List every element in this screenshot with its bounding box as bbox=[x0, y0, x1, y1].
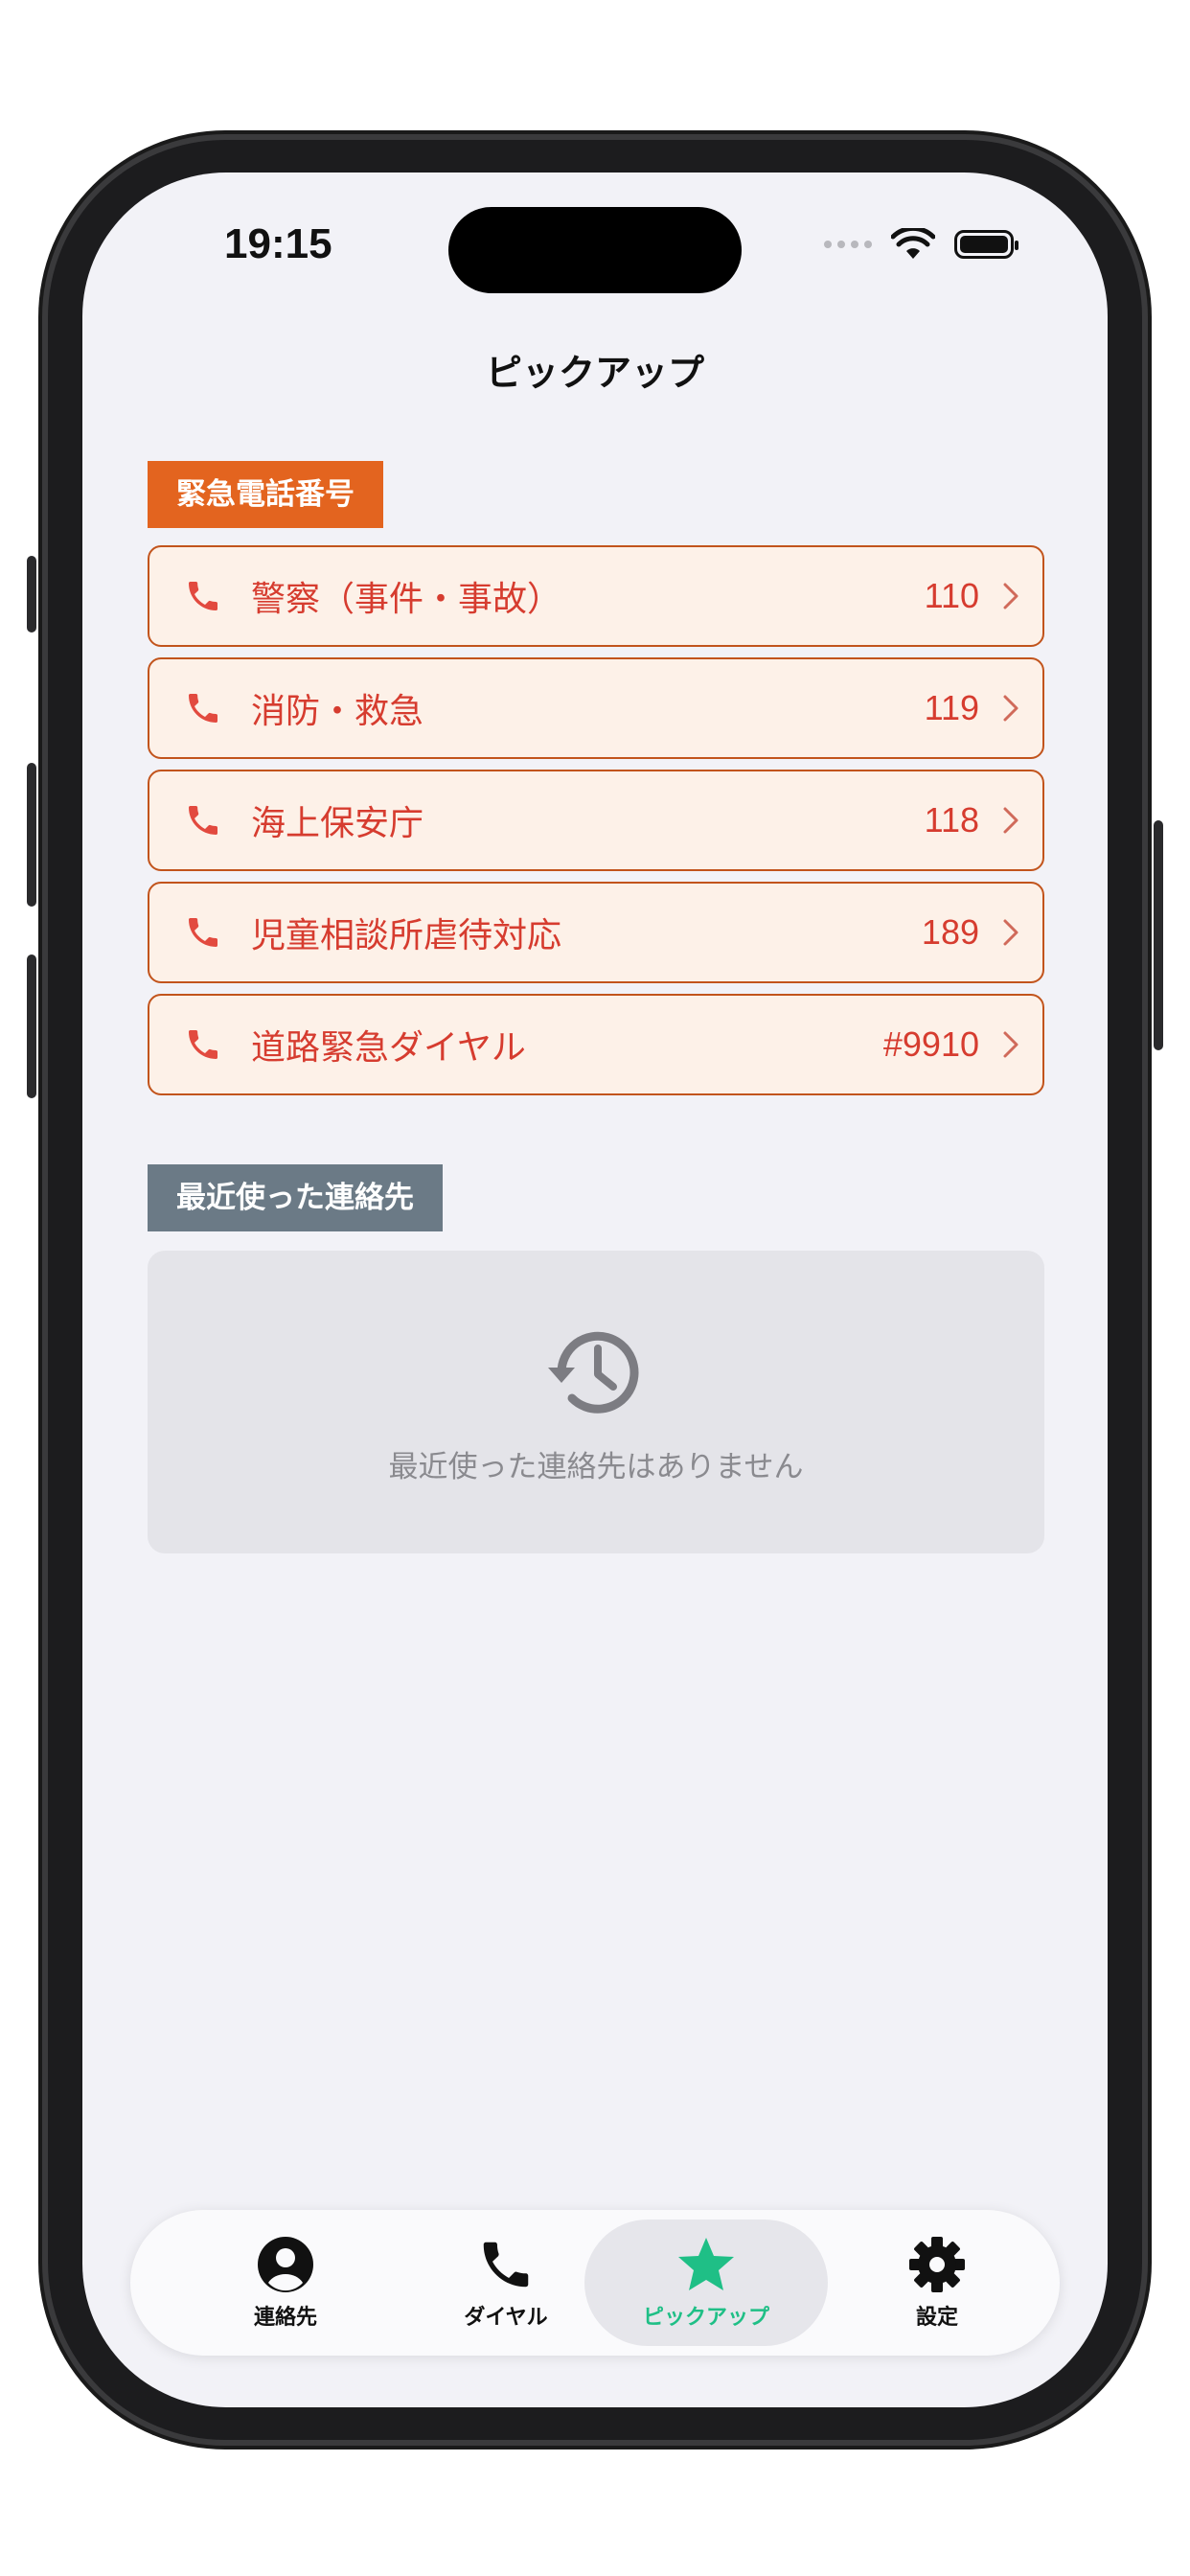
tab-label: 連絡先 bbox=[253, 2306, 317, 2330]
chevron-right-icon bbox=[1003, 583, 1018, 610]
tab-bar: 連絡先 ダイヤル ピックアップ 設定 bbox=[130, 2210, 1060, 2356]
phone-icon bbox=[189, 918, 217, 947]
chevron-right-icon bbox=[1003, 695, 1018, 722]
chevron-right-icon bbox=[1003, 807, 1018, 834]
history-icon bbox=[548, 1331, 639, 1414]
emergency-section-label: 緊急電話番号 bbox=[148, 461, 383, 528]
emergency-item-name: 児童相談所虐待対応 bbox=[251, 916, 562, 955]
star-icon bbox=[678, 2238, 734, 2290]
phone-icon bbox=[189, 582, 217, 610]
emergency-item-number: #9910 bbox=[882, 1024, 979, 1064]
phone-icon bbox=[189, 694, 217, 723]
chevron-right-icon bbox=[1003, 1031, 1018, 1058]
gear-icon bbox=[909, 2237, 965, 2292]
empty-message: 最近使った連絡先はありません bbox=[388, 1450, 804, 1484]
emergency-item-name: 警察（事件・事故） bbox=[251, 580, 562, 619]
emergency-item-name: 消防・救急 bbox=[251, 692, 424, 731]
emergency-item-number: 119 bbox=[924, 688, 979, 727]
phone-icon bbox=[483, 2242, 529, 2288]
phone-icon bbox=[189, 806, 217, 835]
phone-icon bbox=[189, 1030, 217, 1059]
emergency-item-child-consultation[interactable]: 児童相談所虐待対応 189 bbox=[148, 882, 1044, 983]
emergency-item-name: 海上保安庁 bbox=[251, 804, 424, 843]
emergency-list: 警察（事件・事故） 110 消防・救急 119 海上保安庁 118 児童相談所虐… bbox=[148, 545, 1044, 1106]
wifi-icon bbox=[891, 228, 935, 259]
tab-pickup[interactable]: ピックアップ bbox=[583, 2210, 830, 2356]
tab-contacts[interactable]: 連絡先 bbox=[171, 2210, 400, 2356]
emergency-item-number: 118 bbox=[924, 800, 979, 840]
emergency-item-number: 189 bbox=[921, 912, 979, 952]
recent-section-label: 最近使った連絡先 bbox=[148, 1164, 443, 1231]
chevron-right-icon bbox=[1003, 919, 1018, 946]
page-title: ピックアップ bbox=[485, 352, 704, 394]
battery-icon bbox=[954, 230, 1018, 259]
dynamic-island bbox=[448, 207, 742, 293]
tab-label: 設定 bbox=[915, 2306, 958, 2330]
volume-down-button bbox=[27, 954, 36, 1098]
status-icons bbox=[824, 228, 1018, 261]
tab-settings[interactable]: 設定 bbox=[822, 2210, 1052, 2356]
person-circle-icon bbox=[258, 2237, 313, 2292]
status-time: 19:15 bbox=[224, 220, 332, 267]
emergency-item-road[interactable]: 道路緊急ダイヤル #9910 bbox=[148, 994, 1044, 1095]
screen: 19:15 ピックアップ 緊急電話番号 警察（事件・事故） 110 消防・救急 bbox=[82, 172, 1108, 2407]
signal-dots-icon bbox=[824, 241, 872, 248]
volume-up-button bbox=[27, 763, 36, 907]
phone-frame: 19:15 ピックアップ 緊急電話番号 警察（事件・事故） 110 消防・救急 bbox=[27, 140, 1163, 2440]
recent-empty-state: 最近使った連絡先はありません bbox=[148, 1251, 1044, 1553]
emergency-item-police[interactable]: 警察（事件・事故） 110 bbox=[148, 545, 1044, 647]
emergency-item-fire[interactable]: 消防・救急 119 bbox=[148, 657, 1044, 759]
tab-label: ピックアップ bbox=[642, 2306, 769, 2330]
emergency-item-name: 道路緊急ダイヤル bbox=[251, 1028, 526, 1068]
emergency-item-coast-guard[interactable]: 海上保安庁 118 bbox=[148, 770, 1044, 871]
emergency-item-number: 110 bbox=[924, 576, 979, 615]
mute-switch bbox=[27, 556, 36, 632]
tab-label: ダイヤル bbox=[464, 2306, 548, 2330]
power-button bbox=[1154, 820, 1163, 1050]
